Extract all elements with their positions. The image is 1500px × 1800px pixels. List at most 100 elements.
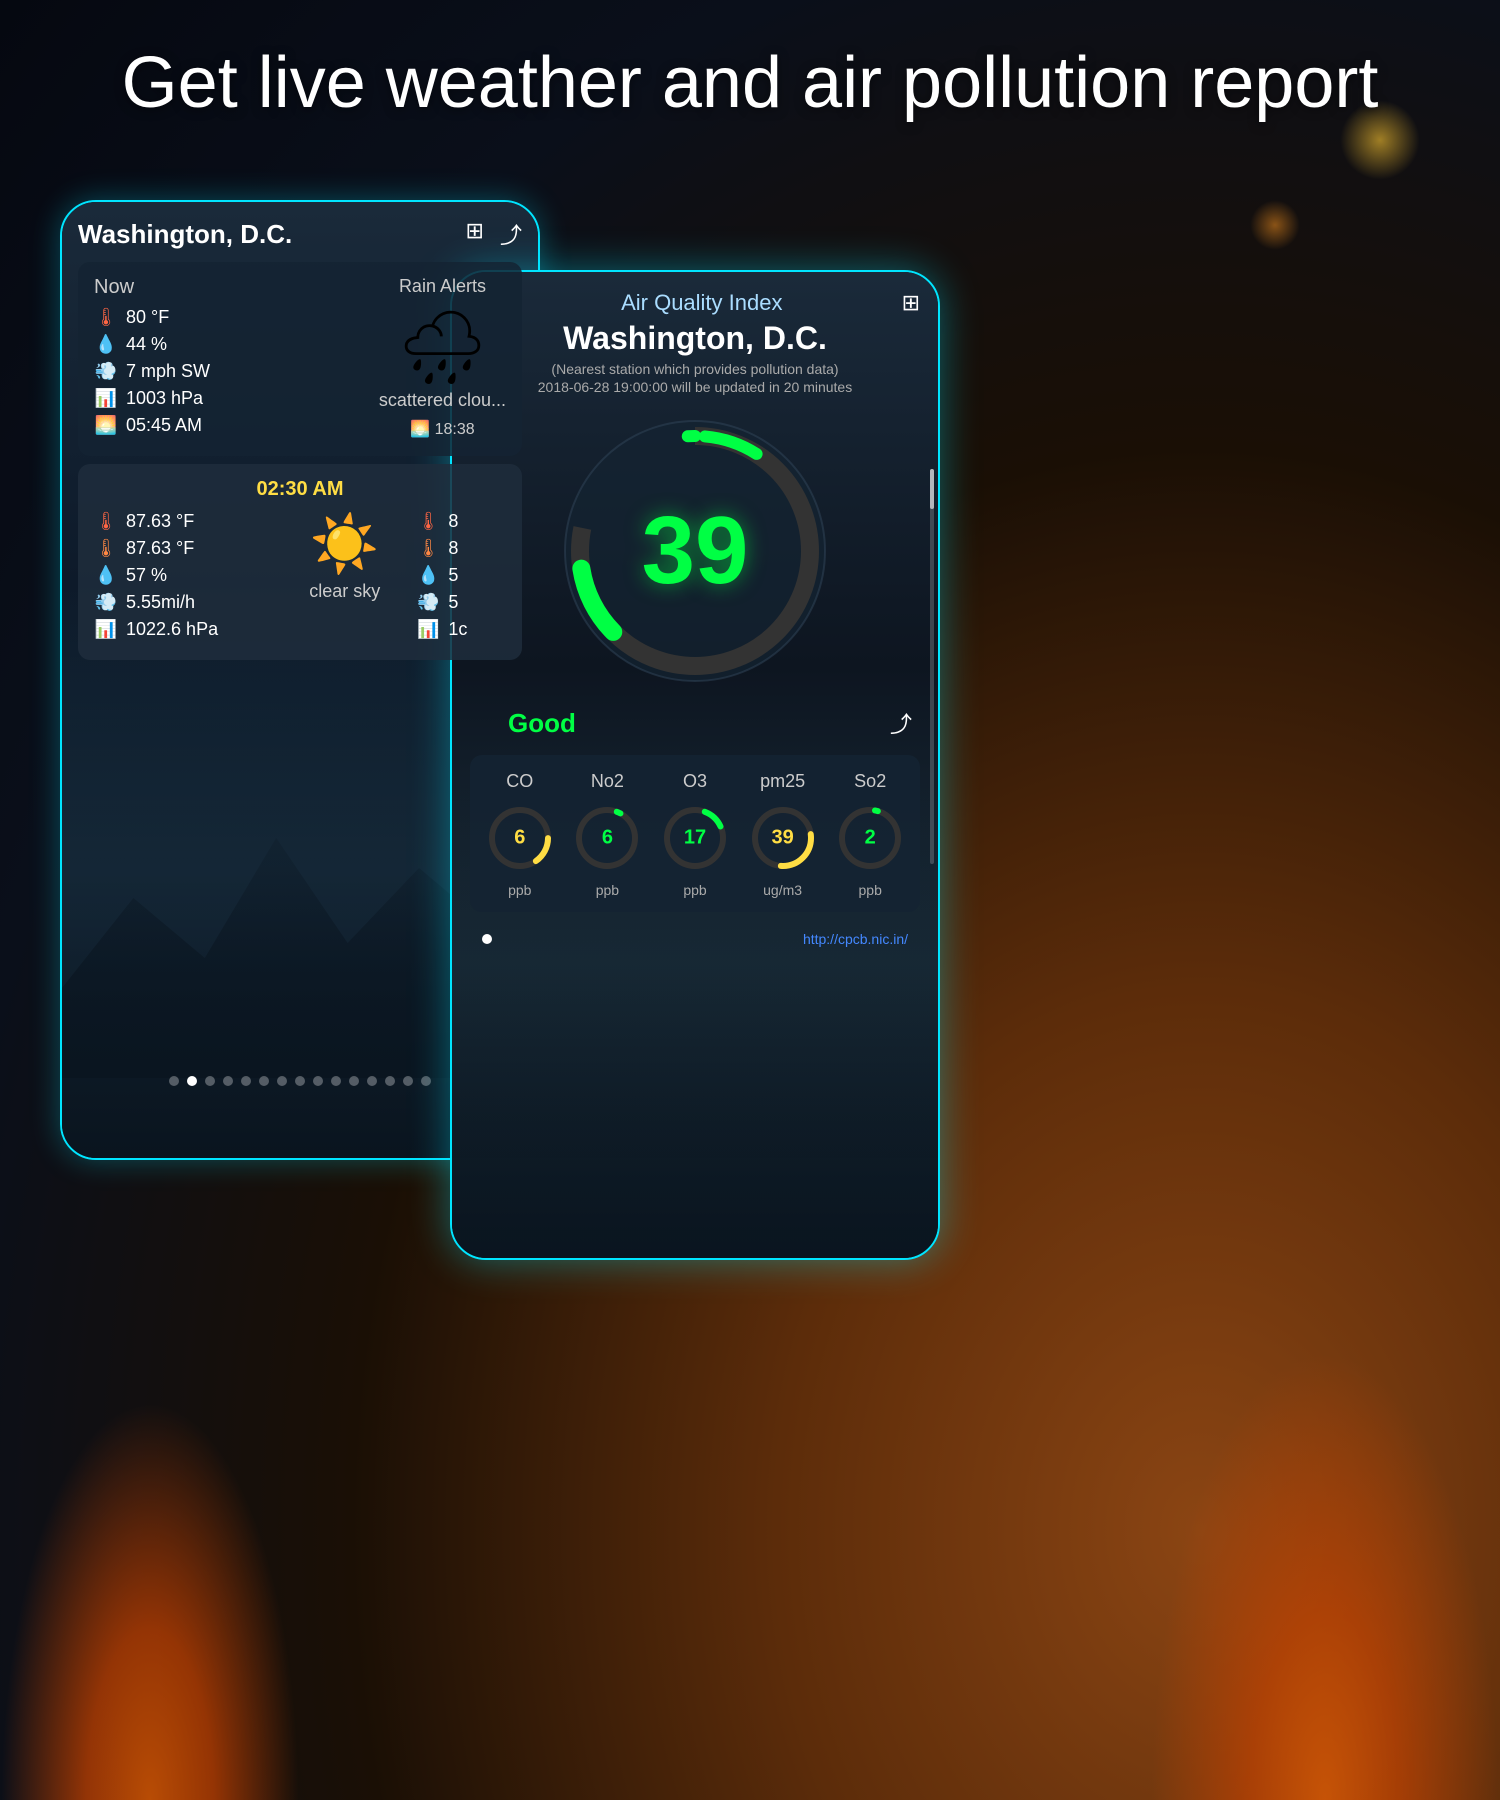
dot-4[interactable] xyxy=(241,1076,251,1086)
pollutant-label-no2: No2 xyxy=(566,767,650,796)
weather-wind-stat: 💨 7 mph SW xyxy=(94,361,367,382)
dot-12[interactable] xyxy=(385,1076,395,1086)
forecast-row: 🌡 87.63 °F 🌡 87.63 °F 💧 57 % 💨 xyxy=(94,511,506,646)
forecast-thermo-icon: 🌡 xyxy=(94,511,118,532)
dot-2[interactable] xyxy=(205,1076,215,1086)
weather-share-icon[interactable]: ⤴ xyxy=(500,218,522,250)
weather-sunrise-stat: 🌅 05:45 AM xyxy=(94,415,367,436)
forecast-humidity-icon: 💧 xyxy=(94,565,118,586)
dot-7[interactable] xyxy=(295,1076,305,1086)
page-title: Get live weather and air pollution repor… xyxy=(0,40,1500,126)
aqi-footer: http://cpcb.nic.in/ xyxy=(795,927,916,951)
weather-city: Washington, D.C. xyxy=(78,219,292,250)
mini-gauge-pm25: 39 xyxy=(749,804,817,872)
pollutant-so2-gauge: 2 xyxy=(828,804,912,872)
so2-unit: ppb xyxy=(828,880,912,900)
pollutants-gauges: 6 6 xyxy=(478,804,912,872)
dot-13[interactable] xyxy=(403,1076,413,1086)
aqi-value: 39 xyxy=(642,503,749,599)
forecast-condition: clear sky xyxy=(273,581,416,602)
aqi-dot-0[interactable] xyxy=(482,934,492,944)
pollutant-label-so2: So2 xyxy=(828,767,912,796)
aqi-grid-icon[interactable]: ⊞ xyxy=(902,290,920,316)
fr-thermo-icon: 🌡 xyxy=(416,511,440,532)
mini-gauge-no2: 6 xyxy=(573,804,641,872)
pollutant-o3-gauge: 17 xyxy=(653,804,737,872)
forecast-humidity-stat: 💧 57 % xyxy=(94,565,273,586)
so2-value: 2 xyxy=(865,827,876,850)
pollutant-co-gauge: 6 xyxy=(478,804,562,872)
dot-1[interactable] xyxy=(187,1076,197,1086)
dot-3[interactable] xyxy=(223,1076,233,1086)
dot-11[interactable] xyxy=(367,1076,377,1086)
aqi-status-row: Good ⤴ xyxy=(470,707,920,739)
weather-humidity-stat: 💧 44 % xyxy=(94,334,367,355)
weather-now-left: Now 🌡 80 °F 💧 44 % 💨 7 mph SW xyxy=(94,276,367,442)
forecast-humidity-value: 57 % xyxy=(126,565,167,586)
pollutant-label-o3: O3 xyxy=(653,767,737,796)
weather-pressure-value: 1003 hPa xyxy=(126,388,203,409)
pm25-unit: ug/m3 xyxy=(741,880,825,900)
aqi-header: Air Quality Index ⊞ xyxy=(470,290,920,316)
forecast-feels-stat: 🌡 87.63 °F xyxy=(94,538,273,559)
pollutant-label-pm25: pm25 xyxy=(741,767,825,796)
fr-wind-icon: 💨 xyxy=(416,592,440,613)
weather-now-label: Now xyxy=(94,276,367,299)
weather-humidity-value: 44 % xyxy=(126,334,167,355)
aqi-share-icon[interactable]: ⤴ xyxy=(890,707,912,739)
pollutant-pm25-gauge: 39 xyxy=(741,804,825,872)
weather-pressure-stat: 📊 1003 hPa xyxy=(94,388,367,409)
aqi-title: Air Quality Index xyxy=(502,290,902,316)
aqi-city: Washington, D.C. xyxy=(470,320,920,357)
dot-9[interactable] xyxy=(331,1076,341,1086)
o3-value: 17 xyxy=(684,827,706,850)
no2-value: 6 xyxy=(602,827,613,850)
co-value: 6 xyxy=(514,827,525,850)
fr-hum-icon: 💧 xyxy=(416,565,440,586)
aqi-content: Air Quality Index ⊞ Washington, D.C. (Ne… xyxy=(452,272,938,976)
o3-unit: ppb xyxy=(653,880,737,900)
aqi-bottom-row: http://cpcb.nic.in/ xyxy=(470,920,920,958)
pressure-icon: 📊 xyxy=(94,388,118,409)
co-unit: ppb xyxy=(478,880,562,900)
aqi-phone: Air Quality Index ⊞ Washington, D.C. (Ne… xyxy=(450,270,940,1260)
phones-container: Washington, D.C. ⊞ ⤴ Now 🌡 80 °F xyxy=(0,150,1500,1800)
weather-temp-stat: 🌡 80 °F xyxy=(94,307,367,328)
dot-0[interactable] xyxy=(169,1076,179,1086)
weather-now-row: Now 🌡 80 °F 💧 44 % 💨 7 mph SW xyxy=(94,276,506,442)
forecast-pressure-value: 1022.6 hPa xyxy=(126,619,218,640)
sunrise-icon: 🌅 xyxy=(94,415,118,436)
forecast-pressure-stat: 📊 1022.6 hPa xyxy=(94,619,273,640)
pollutant-no2-gauge: 6 xyxy=(566,804,650,872)
forecast-time: 02:30 AM xyxy=(94,478,506,501)
mini-gauge-o3: 17 xyxy=(661,804,729,872)
aqi-source-link[interactable]: http://cpcb.nic.in/ xyxy=(803,931,908,947)
pollutants-header: CO No2 O3 pm25 So2 xyxy=(478,767,912,796)
weather-icons-row: ⊞ ⤴ xyxy=(466,218,522,250)
aqi-gauge-container: 39 xyxy=(555,411,835,691)
forecast-wind-stat: 💨 5.55mi/h xyxy=(94,592,273,613)
aqi-page-dots xyxy=(474,926,500,952)
dot-6[interactable] xyxy=(277,1076,287,1086)
aqi-station: (Nearest station which provides pollutio… xyxy=(470,361,920,377)
humidity-icon: 💧 xyxy=(94,334,118,355)
forecast-wind-icon: 💨 xyxy=(94,592,118,613)
forecast-feels-value: 87.63 °F xyxy=(126,538,194,559)
forecast-wind-value: 5.55mi/h xyxy=(126,592,195,613)
no2-unit: ppb xyxy=(566,880,650,900)
pollutant-label-co: CO xyxy=(478,767,562,796)
dot-8[interactable] xyxy=(313,1076,323,1086)
pollutants-panel: CO No2 O3 pm25 So2 xyxy=(470,755,920,912)
forecast-temp-value: 87.63 °F xyxy=(126,511,194,532)
sun-icon: ☀️ xyxy=(273,511,416,577)
header-section: Get live weather and air pollution repor… xyxy=(0,40,1500,126)
forecast-feels-icon: 🌡 xyxy=(94,538,118,559)
forecast-center: ☀️ clear sky xyxy=(273,511,416,602)
weather-sunrise-value: 05:45 AM xyxy=(126,415,202,436)
weather-grid-icon[interactable]: ⊞ xyxy=(466,218,484,250)
dot-10[interactable] xyxy=(349,1076,359,1086)
dot-5[interactable] xyxy=(259,1076,269,1086)
dot-14[interactable] xyxy=(421,1076,431,1086)
pm25-value: 39 xyxy=(771,827,793,850)
wind-icon: 💨 xyxy=(94,361,118,382)
